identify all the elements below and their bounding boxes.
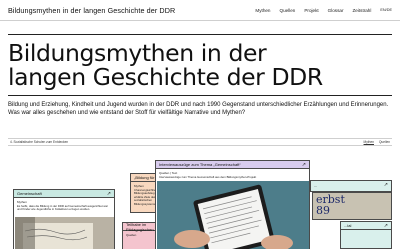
card-header: ...ial ↗ xyxy=(341,222,391,230)
card-text: Interviewauszüge zum Thema Gemeinschaft … xyxy=(159,175,257,179)
page-title: Bildungsmythen in der langen Geschichte … xyxy=(8,41,388,89)
card-title: Gemeinschaft xyxy=(17,191,42,196)
hero-bottom-rule xyxy=(8,95,392,96)
hero-top-rule xyxy=(8,34,392,35)
filter-quellen-link[interactable]: Quellen xyxy=(379,140,390,144)
card-text: Es heißt, dass die Bildung in der DDR au… xyxy=(17,204,108,212)
card-gemeinschaft[interactable]: Gemeinschaft ↗ Mythen Es heißt, dass die… xyxy=(13,189,115,249)
site-title[interactable]: Bildungsmythen in der langen Geschichte … xyxy=(8,6,175,15)
nav-item-mythen[interactable]: Mythen xyxy=(255,8,270,13)
card-photo xyxy=(15,217,114,249)
card-header: Gemeinschaft ↗ xyxy=(14,190,114,198)
filter-actions: Mythen Quellen xyxy=(364,140,390,144)
nav-item-glossar[interactable]: Glossar xyxy=(328,8,344,13)
card-title: Interviewauszüge zum Thema „Gemeinschaft… xyxy=(159,162,241,167)
top-bar: Bildungsmythen in der langen Geschichte … xyxy=(0,0,400,21)
photo-notebook xyxy=(15,217,114,249)
filter-mythen-link[interactable]: Mythen xyxy=(364,140,374,144)
arrow-icon: ↗ xyxy=(383,182,388,188)
card-title: ...ial xyxy=(344,223,352,228)
main-nav: Mythen Quellen Projekt Glossar Zeitstrah… xyxy=(255,8,392,13)
card-interviewauszuege[interactable]: Interviewauszüge zum Thema „Gemeinschaft… xyxy=(155,160,310,249)
card-photo: erbst 89 xyxy=(313,193,391,219)
arrow-icon: ↗ xyxy=(383,222,388,229)
photo-tablet xyxy=(157,181,309,249)
nav-item-quellen[interactable]: Quellen xyxy=(280,8,296,13)
intro-text: Bildung und Erziehung, Kindheit und Juge… xyxy=(8,102,389,116)
card-title: ... xyxy=(314,182,318,188)
card-right-bottom[interactable]: ...ial ↗ xyxy=(340,221,392,249)
language-switch[interactable]: EN/DE xyxy=(380,8,392,12)
card-header: ... ↗ xyxy=(311,181,391,189)
filter-bar: 4. Sozialistische Schulen zum Entdecken … xyxy=(8,138,392,146)
card-photo xyxy=(157,181,309,249)
nav-item-projekt[interactable]: Projekt xyxy=(304,8,318,13)
page-title-line-2: langen Geschichte der DDR xyxy=(8,63,323,91)
active-filter[interactable]: 4. Sozialistische Schulen zum Entdecken xyxy=(10,140,68,144)
card-right-photo[interactable]: erbst 89 xyxy=(312,192,392,220)
arrow-icon: ↗ xyxy=(301,161,306,168)
card-right-top[interactable]: ... ↗ xyxy=(310,180,392,192)
poster-text-2: 89 xyxy=(316,204,330,217)
nav-item-zeitstrahl[interactable]: Zeitstrahl xyxy=(352,8,371,13)
card-header: Interviewauszüge zum Thema „Gemeinschaft… xyxy=(156,161,309,169)
arrow-icon: ↗ xyxy=(106,190,111,197)
photo-poster-text: erbst 89 xyxy=(316,194,345,216)
